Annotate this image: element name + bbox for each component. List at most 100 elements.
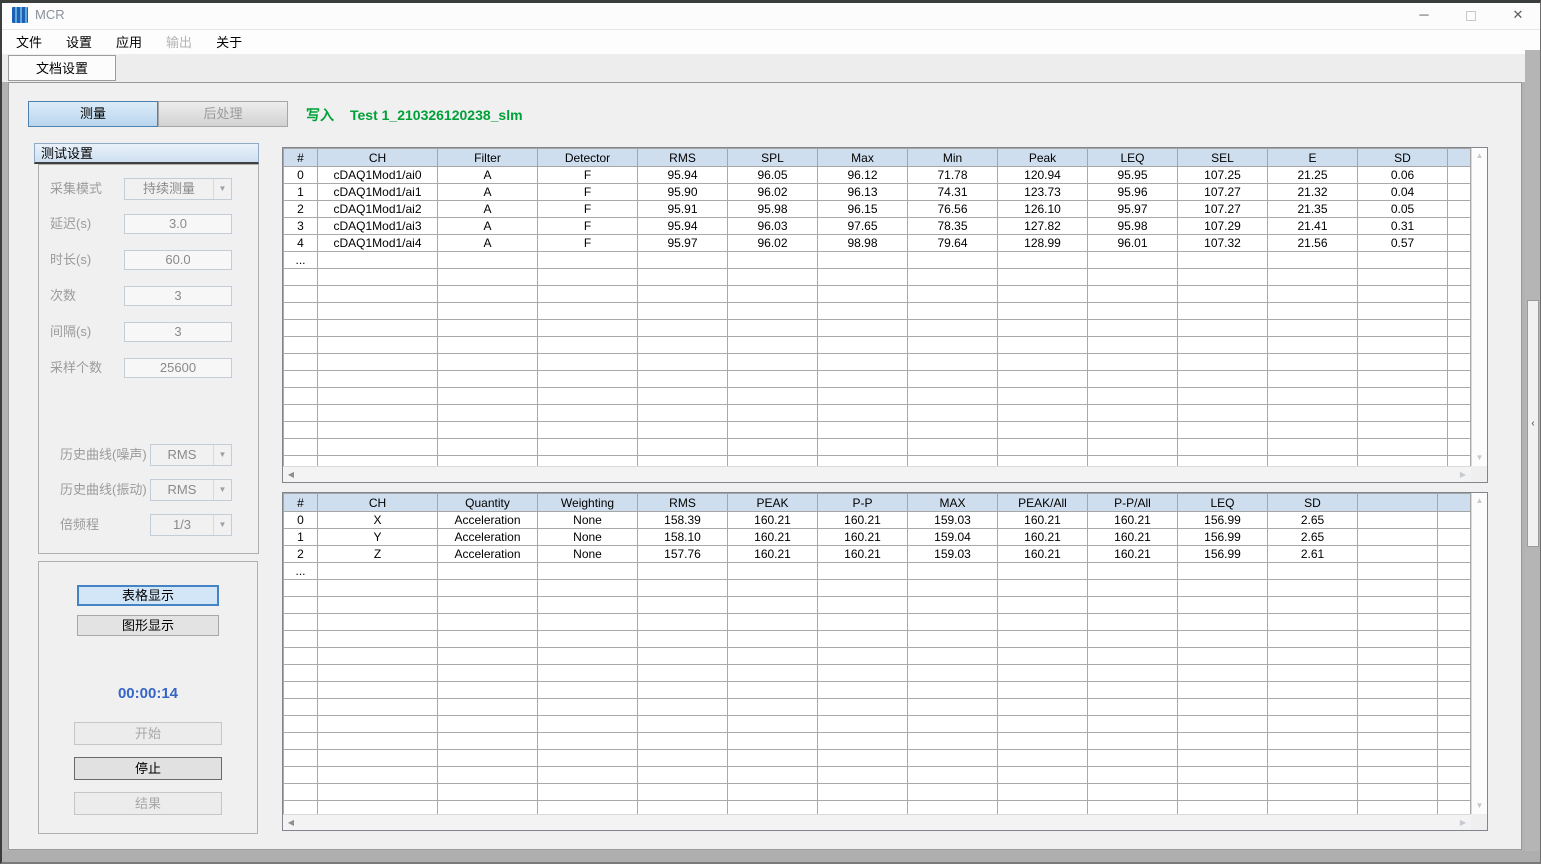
maximize-button[interactable] [1455,0,1487,30]
scroll-up-icon[interactable]: ▲ [1472,148,1487,164]
scroll-right-icon[interactable]: ▶ [1455,467,1471,482]
cell [538,405,638,422]
cell: 1 [284,184,318,201]
cell [818,750,908,767]
cell [538,767,638,784]
menu-item-apply[interactable]: 应用 [104,30,154,55]
cell [728,439,818,456]
cell: 156.99 [1178,546,1268,563]
elapsed-timer: 00:00:14 [39,684,257,704]
graph-display-button[interactable]: 图形显示 [77,615,219,636]
horizontal-scrollbar[interactable]: ◀ ▶ [283,466,1471,482]
cell [1358,750,1438,767]
cell [1088,563,1178,580]
cell [538,388,638,405]
close-button[interactable]: ✕ [1502,0,1534,30]
cell: 107.25 [1178,167,1268,184]
cell [998,269,1088,286]
cell [1088,303,1178,320]
cell [1358,439,1448,456]
table-display-button[interactable]: 表格显示 [77,585,219,606]
cell: A [438,201,538,218]
cell [538,320,638,337]
cell [1088,580,1178,597]
scrollbar-corner [1471,814,1487,830]
menu-item-about[interactable]: 关于 [204,30,254,55]
minimize-button[interactable]: ─ [1408,0,1440,30]
cell [1448,405,1471,422]
scroll-down-icon[interactable]: ▼ [1472,798,1487,814]
cell [1178,665,1268,682]
table-row[interactable]: 2ZAccelerationNone157.76160.21160.21159.… [284,546,1471,563]
empty-row [284,801,1471,815]
cell [1268,354,1358,371]
cell [638,371,728,388]
title-bar: MCR ─ ✕ [0,0,1541,30]
cell [908,767,998,784]
cell [318,665,438,682]
stop-button[interactable]: 停止 [74,757,222,780]
table-row[interactable]: 4cDAQ1Mod1/ai4AF95.9796.0298.9879.64128.… [284,235,1471,252]
vertical-scrollbar[interactable]: ▲ ▼ [1471,148,1487,466]
cell [438,631,538,648]
cell [998,784,1088,801]
table-row[interactable]: 3cDAQ1Mod1/ai3AF95.9496.0397.6578.35127.… [284,218,1471,235]
cell: X [318,512,438,529]
cell: 95.94 [638,218,728,235]
scroll-up-icon[interactable]: ▲ [1472,493,1487,509]
cell [998,337,1088,354]
cell: 21.32 [1268,184,1358,201]
cell [728,614,818,631]
cell [1088,422,1178,439]
cell [1358,733,1438,750]
cell: 160.21 [728,529,818,546]
table-row[interactable]: 0cDAQ1Mod1/ai0AF95.9496.0596.1271.78120.… [284,167,1471,184]
table-row[interactable]: 2cDAQ1Mod1/ai2AF95.9195.9896.1576.56126.… [284,201,1471,218]
cell [908,303,998,320]
cell [1438,665,1471,682]
cell [284,699,318,716]
table-row[interactable]: 1YAccelerationNone158.10160.21160.21159.… [284,529,1471,546]
scroll-left-icon[interactable]: ◀ [283,815,299,830]
cell: 0.04 [1358,184,1448,201]
cell [1268,597,1358,614]
cell [638,665,728,682]
cell [438,422,538,439]
cell [1358,631,1438,648]
cell [1268,580,1358,597]
cell [318,563,438,580]
menu-item-file[interactable]: 文件 [4,30,54,55]
cell [318,252,438,269]
menu-item-settings[interactable]: 设置 [54,30,104,55]
cell [438,371,538,388]
cell [438,337,538,354]
collapse-panel-handle[interactable]: ‹ [1527,300,1539,547]
cell [538,439,638,456]
cell: 71.78 [908,167,998,184]
horizontal-scrollbar[interactable]: ◀ ▶ [283,814,1471,830]
cell [728,597,818,614]
table-row[interactable]: 1cDAQ1Mod1/ai1AF95.9096.0296.1374.31123.… [284,184,1471,201]
scrollbar-corner [1471,466,1487,482]
table-row[interactable]: 0XAccelerationNone158.39160.21160.21159.… [284,512,1471,529]
cell [818,631,908,648]
column-header: PEAK/All [998,494,1088,512]
cell [1358,320,1448,337]
scroll-left-icon[interactable]: ◀ [283,467,299,482]
vertical-scrollbar[interactable]: ▲ ▼ [1471,493,1487,814]
column-header: Quantity [438,494,538,512]
measure-mode-button[interactable]: 测量 [28,101,158,127]
cell [1358,699,1438,716]
cell [908,320,998,337]
column-header: P-P/All [1088,494,1178,512]
cell [908,597,998,614]
column-header: Detector [538,149,638,167]
scroll-down-icon[interactable]: ▼ [1472,450,1487,466]
cell: 21.41 [1268,218,1358,235]
cell [318,614,438,631]
cell [1088,784,1178,801]
tab-document-settings[interactable]: 文档设置 [8,55,116,81]
scroll-right-icon[interactable]: ▶ [1455,815,1471,830]
cell: 21.56 [1268,235,1358,252]
cell [438,580,538,597]
